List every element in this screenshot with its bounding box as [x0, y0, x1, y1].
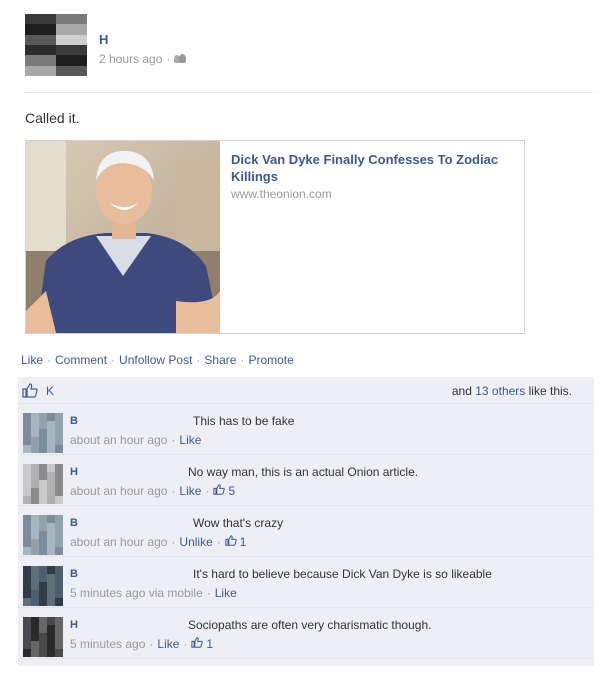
comment-like-button[interactable]: Like — [157, 637, 179, 651]
comment-text: No way man, this is an actual Onion arti… — [188, 465, 419, 479]
comment-meta: 5 minutes ago via mobile · Like — [70, 586, 237, 600]
thumbs-up-icon — [22, 383, 38, 401]
comment-item: B It's hard to believe because Dick Van D… — [18, 558, 594, 608]
comment-timestamp[interactable]: about an hour ago — [70, 484, 167, 498]
comment-like-button[interactable]: Like — [179, 433, 201, 447]
thumbs-up-icon[interactable] — [191, 637, 204, 651]
commenter-name[interactable]: B — [70, 568, 78, 580]
comment-item: B Wow that's crazy about an hour ago · Unlik… — [18, 507, 594, 557]
shared-link-card[interactable]: Dick Van Dyke Finally Confesses To Zodia… — [25, 140, 525, 334]
comment-meta: about an hour ago · Like · 5 — [70, 484, 235, 498]
comment-meta: about an hour ago · Like — [70, 433, 201, 447]
comment-timestamp[interactable]: about an hour ago — [70, 535, 167, 549]
commenter-avatar[interactable] — [23, 515, 63, 555]
meta-separator: · — [205, 484, 210, 498]
comment-like-count[interactable]: 5 — [228, 484, 235, 498]
commenter-name[interactable]: B — [70, 415, 78, 427]
comment-text: This has to be fake — [193, 414, 295, 428]
author-avatar[interactable] — [25, 14, 87, 76]
shared-link-image[interactable] — [26, 141, 220, 333]
commenter-name[interactable]: H — [70, 466, 78, 478]
meta-separator: · — [149, 637, 154, 651]
post-header: H 2 hours ago · — [25, 14, 595, 82]
comment-text: It's hard to believe because Dick Van Dy… — [193, 567, 492, 581]
meta-separator: · — [171, 433, 176, 447]
commenter-avatar[interactable] — [23, 413, 63, 453]
meta-separator: · — [216, 535, 221, 549]
comment-like-count[interactable]: 1 — [240, 535, 247, 549]
comment-like-button[interactable]: Unlike — [179, 535, 212, 549]
commenter-name[interactable]: B — [70, 517, 78, 529]
comment-like-button[interactable]: Like — [215, 586, 237, 600]
friends-icon[interactable] — [174, 54, 187, 64]
likes-others-link[interactable]: 13 others — [475, 384, 525, 398]
comment-timestamp[interactable]: 5 minutes ago via mobile — [70, 586, 203, 600]
post-timestamp[interactable]: 2 hours ago — [99, 52, 162, 66]
comment-like-count[interactable]: 1 — [206, 637, 213, 651]
comment-timestamp[interactable]: 5 minutes ago — [70, 637, 145, 651]
action-separator: · — [111, 353, 116, 367]
likes-prefix: and — [451, 384, 472, 398]
comment-text: Wow that's crazy — [193, 516, 284, 530]
likes-suffix: like this. — [528, 384, 572, 398]
comment-item: H No way man, this is an actual Onion art… — [18, 456, 594, 506]
meta-separator: · — [166, 52, 171, 66]
post-meta: 2 hours ago · — [99, 52, 187, 66]
commenter-avatar[interactable] — [23, 566, 63, 606]
header-divider — [25, 92, 593, 93]
comment-item: B This has to be fake about an hour ago · Li… — [18, 405, 594, 455]
shared-link-url: www.theonion.com — [231, 187, 332, 201]
action-separator: · — [240, 353, 245, 367]
meta-separator: · — [183, 637, 188, 651]
comment-like-button[interactable]: Like — [179, 484, 201, 498]
meta-separator: · — [206, 586, 211, 600]
share-button[interactable]: Share — [204, 353, 236, 367]
unfollow-post-button[interactable]: Unfollow Post — [119, 353, 192, 367]
thumbs-up-icon[interactable] — [213, 484, 226, 498]
comment-text: Sociopaths are often very charismatic th… — [188, 618, 432, 632]
feedback-section: Like · Comment · Unfollow Post · Share · Promote… — [18, 345, 594, 666]
comment-meta: about an hour ago · Unlike · 1 — [70, 535, 246, 549]
shared-link-title[interactable]: Dick Van Dyke Finally Confesses To Zodia… — [231, 151, 516, 185]
commenter-name[interactable]: H — [70, 619, 78, 631]
post-actions-bar: Like · Comment · Unfollow Post · Share · Promote — [18, 345, 594, 377]
commenter-avatar[interactable] — [23, 464, 63, 504]
comment-button[interactable]: Comment — [55, 353, 107, 367]
action-separator: · — [47, 353, 52, 367]
meta-separator: · — [171, 535, 176, 549]
meta-separator: · — [171, 484, 176, 498]
comment-meta: 5 minutes ago · Like · 1 — [70, 637, 213, 651]
post-author-name[interactable]: H — [99, 32, 108, 47]
liker-name[interactable]: K — [46, 384, 54, 398]
commenter-avatar[interactable] — [23, 617, 63, 657]
action-separator: · — [196, 353, 201, 367]
promote-button[interactable]: Promote — [248, 353, 293, 367]
like-button[interactable]: Like — [21, 353, 43, 367]
likes-others-text: and 13 others like this. — [452, 384, 572, 398]
status-text: Called it. — [25, 110, 80, 126]
comment-item: H Sociopaths are often very charismatic t… — [18, 609, 594, 659]
thumbs-up-icon[interactable] — [225, 535, 237, 549]
comment-timestamp[interactable]: about an hour ago — [70, 433, 167, 447]
likes-summary: K and 13 others like this. — [18, 378, 594, 404]
